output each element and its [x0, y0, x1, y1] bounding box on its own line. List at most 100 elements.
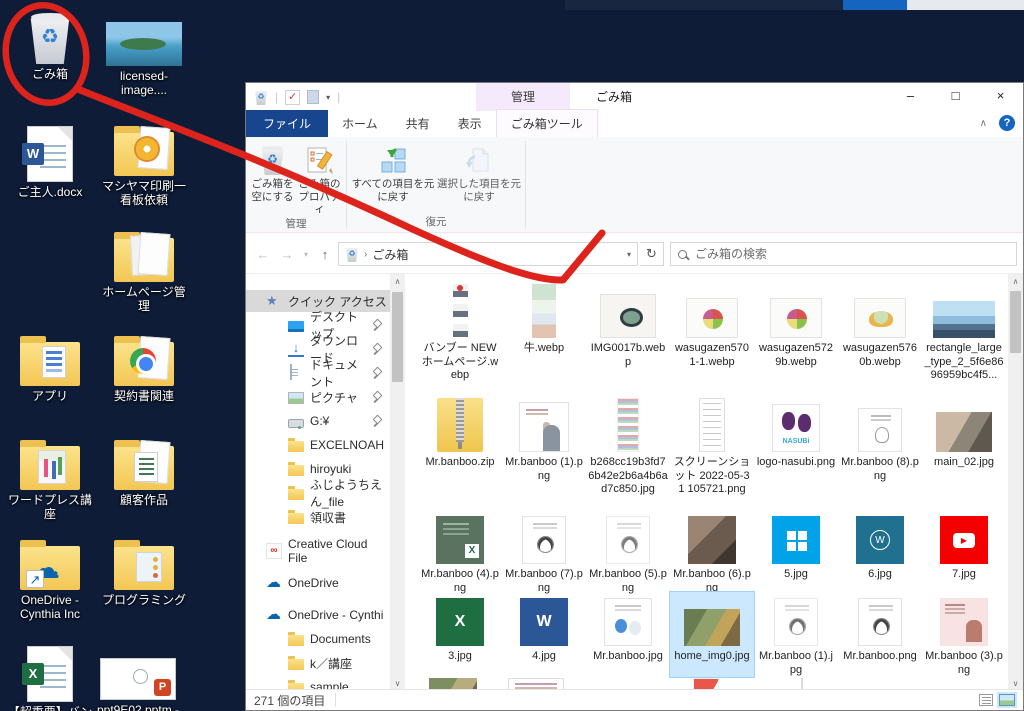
file-row: X 3.jpg W 4.jpg Mr.banboo.jpg home_img0.jp… [418, 591, 1006, 678]
recent-locations-caret-icon[interactable]: ▾ [300, 250, 312, 259]
nav-item-onedrive-cynthia[interactable]: ☁ OneDrive - Cynthi [246, 604, 390, 626]
file-item[interactable]: X Mr.banboo (4).png [418, 510, 502, 595]
navigation-toolbar: ← → ▾ ↑ ♻ › ごみ箱 ▾ ↻ [246, 239, 1023, 269]
nav-item-ryoshusho[interactable]: 領収書 [246, 506, 390, 528]
file-item[interactable]: main_02.jpg [922, 398, 1006, 497]
file-item[interactable]: Mr.banboo (1).jpg [754, 592, 838, 677]
search-input[interactable] [693, 246, 1009, 262]
desktop-icon-onedrive-folder[interactable]: ☁ ↗ OneDrive - Cynthia Inc [4, 536, 96, 621]
desktop-icon-homepage-kanri-folder[interactable]: ホームページ管理 [98, 228, 190, 313]
desktop-icon-licensed-image[interactable]: licensed-image.... [98, 22, 190, 97]
desktop-icon-keiyakusho-folder[interactable]: 契約書関連 [98, 332, 190, 403]
recycle-bin-properties-button[interactable]: ごみ箱のプロパティ [296, 141, 343, 216]
file-item[interactable]: IMG0017b.webp [586, 284, 670, 383]
pictures-icon [288, 392, 304, 404]
list-view-icon[interactable] [979, 694, 993, 706]
document-icon [290, 364, 292, 380]
help-icon[interactable]: ? [999, 115, 1015, 131]
file-item[interactable]: Mr.banboo.zip [418, 398, 502, 497]
scroll-up-icon[interactable]: ∧ [1008, 274, 1023, 289]
file-item[interactable]: rectangle_large_type_2_5f6e8696959bc4f5.… [922, 284, 1006, 383]
main-scrollbar-thumb[interactable] [1010, 291, 1021, 353]
restore-all-items-button[interactable]: すべての項目を元に戻す [350, 141, 436, 214]
desktop-icon-mashiyama-folder[interactable]: マシヤマ印刷一看板依頼 [98, 122, 190, 207]
desktop-icon-app-folder[interactable]: アプリ [4, 332, 96, 403]
tab-recycle-bin-tools[interactable]: ごみ箱ツール [495, 109, 598, 137]
onedrive-cloud-icon: ☁ [266, 606, 281, 623]
nav-item-g-drive[interactable]: G:¥ [246, 410, 390, 432]
nav-item-creative-cloud[interactable]: ∞ Creative Cloud File [246, 537, 390, 565]
file-item[interactable]: Mr.banboo.jpg [586, 592, 670, 677]
thumbnail-view-icon[interactable] [997, 692, 1017, 708]
search-box[interactable] [670, 242, 1017, 266]
file-item[interactable]: wasugazen5729b.webp [754, 284, 838, 383]
file-thumbnail [684, 609, 740, 646]
file-item[interactable]: W 6.jpg [838, 510, 922, 595]
file-item[interactable]: スクリーンショット 2022-05-31 105721.png [670, 398, 754, 497]
desktop-icon-ppt-file[interactable]: P ppt9E02.pptm - [92, 658, 184, 711]
file-item[interactable]: ▶ 7.jpg [922, 510, 1006, 595]
desktop-icon-excel-bamboo[interactable]: X 【超重要】バンブー [4, 646, 96, 711]
file-item[interactable]: 5.jpg [754, 510, 838, 595]
nav-item-pictures[interactable]: ピクチャ [246, 386, 390, 408]
tab-share[interactable]: 共有 [392, 110, 444, 137]
excel-document-icon: X [22, 646, 73, 702]
desktop-icon-word-doc[interactable]: W ご主人.docx [4, 126, 96, 199]
tab-file[interactable]: ファイル [246, 110, 329, 137]
file-item[interactable]: b268cc19b3fd76b42e2b6a4b6ad7c850.jpg [586, 398, 670, 497]
file-item[interactable]: バンブー NEW ホームページ.webp [418, 284, 502, 383]
nav-scrollbar-thumb[interactable] [392, 292, 403, 382]
file-item[interactable]: Mr.banboo (7).png [502, 510, 586, 595]
tab-view[interactable]: 表示 [444, 110, 496, 137]
breadcrumb[interactable]: ごみ箱 [372, 246, 408, 263]
tab-home[interactable]: ホーム [328, 110, 392, 137]
desktop-icon-kokyaku-folder[interactable]: 顧客作品 [98, 436, 190, 507]
file-item-selected[interactable]: home_img0.jpg [669, 591, 755, 678]
empty-recycle-bin-button[interactable]: ♻ ごみ箱を空にする [249, 141, 296, 216]
address-dropdown-caret-icon[interactable]: ▾ [627, 250, 631, 259]
forward-button[interactable]: → [276, 247, 298, 262]
nav-item-excelnoah[interactable]: EXCELNOAH [246, 434, 390, 456]
file-item[interactable]: Mr.banboo (3).png [922, 592, 1006, 677]
file-item[interactable]: W 4.jpg [502, 592, 586, 677]
file-item[interactable]: Mr.banboo (1).png [502, 398, 586, 497]
file-item[interactable]: logo-nasubi.png [754, 398, 838, 497]
pin-icon [371, 416, 382, 427]
file-item[interactable]: 牛.webp [502, 284, 586, 383]
file-item[interactable]: X 3.jpg [418, 592, 502, 677]
desktop-icon-wordpress-kouza-folder[interactable]: ワードプレス講座 [4, 436, 96, 521]
file-item[interactable]: Mr.banboo (8).png [838, 398, 922, 497]
up-button[interactable]: ↑ [314, 247, 336, 262]
quick-access-doc-icon[interactable] [307, 90, 320, 104]
file-item[interactable]: Mr.banboo (5).png [586, 510, 670, 595]
minimize-button[interactable]: – [888, 83, 933, 111]
nav-item-documents-od[interactable]: Documents [246, 628, 390, 650]
title-bar[interactable]: ♻ | ✓ ▾ | 管理 ごみ箱 – □ × [246, 83, 1023, 111]
file-thumbnail [686, 298, 738, 338]
main-scrollbar[interactable]: ∧ ∨ [1008, 274, 1023, 691]
file-item[interactable]: Mr.banboo.png [838, 592, 922, 677]
quick-access-check-icon[interactable]: ✓ [285, 89, 301, 105]
nav-item-k-kouza[interactable]: k／講座 [246, 652, 390, 674]
desktop-icon-programming-folder[interactable]: プログラミング [98, 536, 190, 607]
folder-icon [288, 632, 304, 646]
file-item[interactable]: wasugazen5760b.webp [838, 284, 922, 383]
restore-selected-items-button[interactable]: 選択した項目を元に戻す [436, 141, 522, 214]
refresh-button[interactable]: ↻ [640, 242, 664, 266]
nav-item-onedrive[interactable]: ☁ OneDrive [246, 572, 390, 594]
maximize-button[interactable]: □ [933, 83, 978, 111]
scroll-up-icon[interactable]: ∧ [390, 274, 405, 289]
file-item[interactable]: Mr.banboo (6).png [670, 510, 754, 595]
file-item[interactable]: wasugazen5701-1.webp [670, 284, 754, 383]
nav-item-fujiyouchien[interactable]: ふじようちえん_file [246, 478, 390, 509]
file-thumbnail [452, 284, 468, 338]
nav-scrollbar[interactable]: ∧ ∨ [390, 274, 405, 691]
close-button[interactable]: × [978, 83, 1023, 111]
quick-access-customize-caret-icon[interactable]: ▾ [326, 93, 330, 102]
desktop-icon-recycle-bin[interactable]: ♻ ごみ箱 [4, 12, 96, 81]
folder-images-icon [20, 440, 80, 490]
back-button[interactable]: ← [252, 247, 274, 262]
collapse-ribbon-icon[interactable]: ∧ [980, 118, 987, 129]
nav-item-documents[interactable]: ドキュメント [246, 358, 390, 389]
address-bar[interactable]: ♻ › ごみ箱 ▾ [338, 242, 638, 266]
